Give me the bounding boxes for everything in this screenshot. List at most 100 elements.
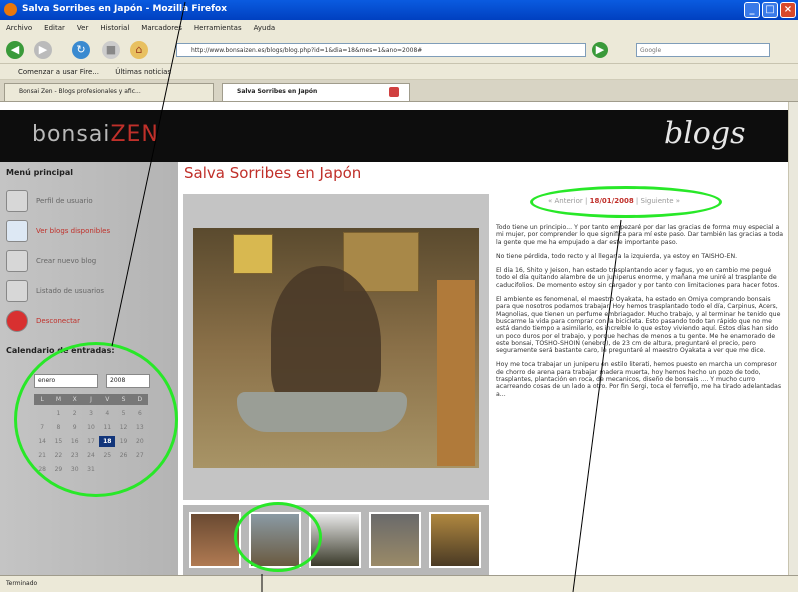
calendar-day[interactable]: 28 [34, 464, 50, 475]
address-bar[interactable]: http://www.bonsaizen.es/blogs/blog.php?i… [176, 43, 586, 57]
sidebar-item-label: Crear nuevo blog [36, 257, 97, 265]
calendar-day[interactable]: 10 [83, 422, 99, 433]
calendar-day[interactable]: 29 [50, 464, 66, 475]
sidebar-item-label: Listado de usuarios [36, 287, 105, 295]
calendar-day[interactable]: 20 [132, 436, 148, 447]
window-titlebar: Salva Sorribes en Japón - Mozilla Firefo… [0, 0, 798, 20]
menu-herramientas[interactable]: Herramientas [194, 24, 242, 32]
main-photo [183, 194, 489, 500]
menu-editar[interactable]: Editar [44, 24, 65, 32]
post-paragraph: Todo tiene un principio... Y por tanto e… [496, 224, 784, 246]
calendar-day[interactable]: 31 [83, 464, 99, 475]
year-select[interactable]: 2008 [106, 374, 150, 388]
calendar-day[interactable]: 16 [67, 436, 83, 447]
calendar-day[interactable]: 12 [115, 422, 131, 433]
calendar-day[interactable]: 24 [83, 450, 99, 461]
tab-label: Salva Sorribes en Japón [237, 88, 318, 95]
calendar-day[interactable]: 25 [99, 450, 115, 461]
calendar-day[interactable]: 4 [99, 408, 115, 419]
maximize-button[interactable]: □ [762, 2, 778, 18]
calendar-day[interactable]: 11 [99, 422, 115, 433]
minimize-button[interactable]: _ [744, 2, 760, 18]
menu-marcadores[interactable]: Marcadores [141, 24, 182, 32]
prev-link[interactable]: « Anterior [548, 197, 583, 205]
bookmarks-toolbar: Comenzar a usar Fire... Últimas noticias [0, 64, 798, 80]
calendar-day[interactable]: 14 [34, 436, 50, 447]
calendar-day[interactable]: 13 [132, 422, 148, 433]
close-tab-icon[interactable] [389, 87, 399, 97]
calendar-day [132, 464, 148, 475]
calendar-day[interactable]: 26 [115, 450, 131, 461]
menu-ayuda[interactable]: Ayuda [254, 24, 276, 32]
post-date: 18/01/2008 [589, 197, 634, 205]
status-bar: Terminado [0, 575, 798, 592]
thumbnail[interactable] [429, 512, 481, 568]
calendar-day[interactable]: 15 [50, 436, 66, 447]
calendar-weekday: D [131, 394, 148, 405]
next-link[interactable]: Siguiente » [641, 197, 681, 205]
search-input[interactable] [636, 43, 770, 57]
forward-icon[interactable]: ▶ [34, 41, 52, 59]
go-icon[interactable]: ▶ [592, 42, 608, 58]
calendar-day[interactable]: 2 [67, 408, 83, 419]
calendar-day[interactable]: 6 [132, 408, 148, 419]
sidebar-item-profile[interactable]: Perfil de usuario [6, 190, 176, 214]
calendar-day[interactable]: 22 [50, 450, 66, 461]
users-icon [6, 280, 28, 302]
menu-historial[interactable]: Historial [100, 24, 129, 32]
reload-icon[interactable]: ↻ [72, 41, 90, 59]
back-icon[interactable]: ◀ [6, 41, 24, 59]
calendar-day[interactable]: 19 [115, 436, 131, 447]
menu-archivo[interactable]: Archivo [6, 24, 32, 32]
post-navigation: « Anterior | 18/01/2008 | Siguiente » [548, 197, 680, 205]
menu-ver[interactable]: Ver [77, 24, 88, 32]
sidebar-item-users[interactable]: Listado de usuarios [6, 280, 176, 304]
calendar-day[interactable]: 1 [50, 408, 66, 419]
tab-salva-sorribes[interactable]: Salva Sorribes en Japón [222, 83, 410, 102]
tab-bonsaizen-blogs[interactable]: Bonsai Zen - Blogs profesionales y afic.… [4, 83, 214, 102]
sidebar-item-blogs[interactable]: Ver blogs disponibles [6, 220, 176, 244]
site-logo[interactable]: bonsaiZEN [32, 122, 159, 147]
logo-accent: ZEN [110, 122, 159, 147]
shelf [233, 234, 273, 274]
calendar-day-today[interactable]: 18 [99, 436, 116, 447]
post-paragraph: El día 16, Shito y Jeison, han estado tr… [496, 267, 780, 289]
bookmark-getting-started[interactable]: Comenzar a usar Fire... [18, 68, 99, 76]
bookmark-latest-news[interactable]: Últimas noticias [115, 68, 171, 76]
sidebar-item-create[interactable]: Crear nuevo blog [6, 250, 176, 274]
calendar-day[interactable]: 9 [67, 422, 83, 433]
month-select[interactable]: enero [34, 374, 98, 388]
calendar-weekday: L [34, 394, 51, 405]
post-paragraph: El ambiente es fenomenal, el maestro Oya… [496, 296, 781, 355]
thumbnail[interactable] [189, 512, 241, 568]
calendar-day[interactable]: 30 [67, 464, 83, 475]
blogs-logo: blogs [664, 116, 746, 151]
calendar-day[interactable]: 23 [67, 450, 83, 461]
sidebar: Menú principal Perfil de usuario Ver blo… [0, 162, 178, 575]
calendar-day[interactable]: 21 [34, 450, 50, 461]
calendar-day[interactable]: 27 [132, 450, 148, 461]
calendar-day[interactable]: 5 [115, 408, 131, 419]
close-button[interactable]: × [780, 2, 796, 18]
post-title: Salva Sorribes en Japón [184, 164, 362, 182]
calendar-day [99, 464, 115, 475]
calendar-day[interactable]: 7 [34, 422, 50, 433]
thumbnail-strip [183, 505, 489, 575]
wooden-pillar [437, 280, 475, 466]
calendar-day[interactable]: 3 [83, 408, 99, 419]
calendar-day[interactable]: 8 [50, 422, 66, 433]
calendar-title: Calendario de entradas: [6, 346, 115, 355]
thumbnail[interactable] [249, 512, 301, 568]
thumbnail[interactable] [309, 512, 361, 568]
home-icon[interactable]: ⌂ [130, 41, 148, 59]
calendar-day[interactable]: 17 [83, 436, 99, 447]
sidebar-item-label: Ver blogs disponibles [36, 227, 111, 235]
thumbnail[interactable] [369, 512, 421, 568]
sidebar-item-logout[interactable]: Desconectar [6, 310, 176, 334]
scrollbar[interactable] [788, 102, 798, 575]
post-paragraph: Hoy me toca trabajar un juniperu en esti… [496, 361, 782, 398]
sidebar-item-label: Perfil de usuario [36, 197, 93, 205]
calendar-day [115, 464, 131, 475]
stop-icon[interactable]: ■ [102, 41, 120, 59]
bonsai-pot [237, 392, 407, 432]
